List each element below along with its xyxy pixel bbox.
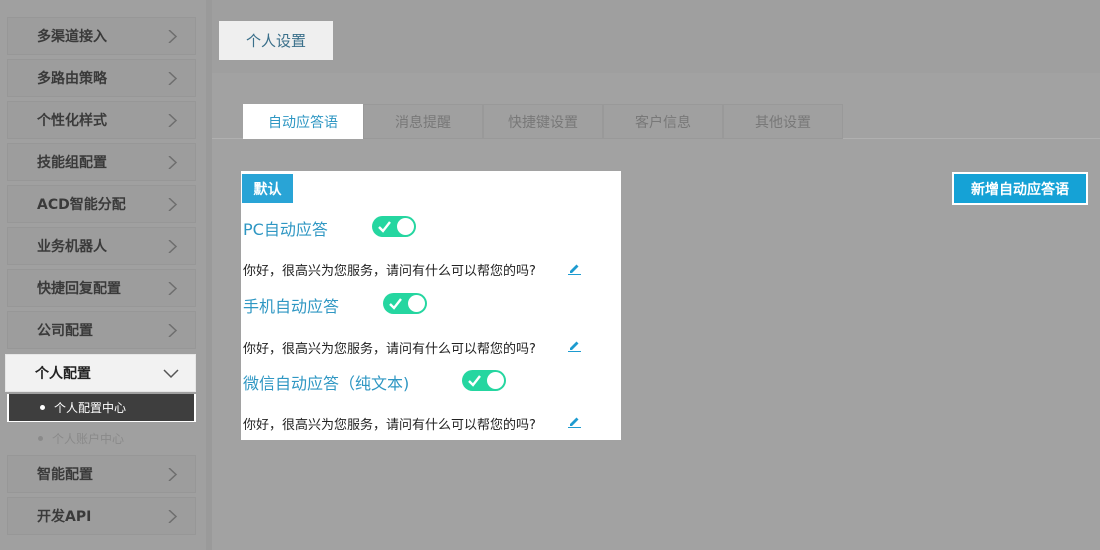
reply-text-mobile: 你好，很高兴为您服务，请问有什么可以帮您的吗? [243,342,536,357]
chevron-down-icon [163,369,179,379]
tab-personal-settings[interactable]: 个人设置 [219,21,333,60]
reply-title-wechat: 微信自动应答（纯文本) [243,374,410,393]
sidebar-item-style[interactable]: 个性化样式 [7,101,196,139]
toggle-knob [487,372,504,389]
sidebar-item-label: 个性化样式 [37,113,107,129]
tab-shortcuts[interactable]: 快捷键设置 [483,104,603,139]
sidebar-subitem-label: 个人配置中心 [54,401,127,415]
chevron-right-icon [168,468,178,481]
chevron-right-icon [168,30,178,43]
toggle-knob [397,218,414,235]
pencil-icon[interactable] [568,262,581,275]
sidebar-item-label: 多渠道接入 [37,29,107,45]
toggle-wechat-reply[interactable] [462,370,506,391]
check-icon [389,298,402,310]
sidebar-item-label: ACD智能分配 [37,197,126,213]
new-auto-reply-label: 新增自动应答语 [954,174,1086,203]
sidebar-item-label: 快捷回复配置 [37,281,121,297]
sidebar-item-api[interactable]: 开发API [7,497,196,535]
chevron-right-icon [168,324,178,337]
sidebar-item-label: 业务机器人 [37,239,107,255]
header-bar [212,0,1100,73]
sidebar-item-acd[interactable]: ACD智能分配 [7,185,196,223]
sidebar-item-label: 公司配置 [37,323,93,339]
tab-customer-info[interactable]: 客户信息 [603,104,723,139]
chevron-right-icon [168,198,178,211]
check-icon [378,221,391,233]
sidebar-item-label: 个人配置 [35,366,91,382]
sidebar-item-routing[interactable]: 多路由策略 [7,59,196,97]
sidebar-item-personal[interactable]: 个人配置 [5,354,196,392]
chevron-right-icon [168,240,178,253]
sidebar-item-label: 智能配置 [37,467,93,483]
tab-auto-reply[interactable]: 自动应答语 [243,104,363,139]
chevron-right-icon [168,114,178,127]
chevron-right-icon [168,72,178,85]
toggle-knob [408,295,425,312]
tab-message-alert[interactable]: 消息提醒 [363,104,483,139]
toggle-mobile-reply[interactable] [383,293,427,314]
default-badge[interactable]: 默认 [242,174,293,203]
pencil-icon[interactable] [568,415,581,428]
check-icon [468,375,481,387]
sidebar-item-multi-channel[interactable]: 多渠道接入 [7,17,196,55]
chevron-right-icon [168,510,178,523]
sidebar-item-robot[interactable]: 业务机器人 [7,227,196,265]
toggle-pc-reply[interactable] [372,216,416,237]
reply-text-pc: 你好，很高兴为您服务，请问有什么可以帮您的吗? [243,264,536,279]
sidebar-item-skill-group[interactable]: 技能组配置 [7,143,196,181]
bullet-icon [38,436,43,441]
sidebar-subitem-personal-center[interactable]: 个人配置中心 [7,394,196,422]
chevron-right-icon [168,156,178,169]
sidebar-item-label: 开发API [37,509,92,525]
reply-title-mobile: 手机自动应答 [243,297,340,316]
pencil-icon[interactable] [568,339,581,352]
chevron-right-icon [168,282,178,295]
sidebar-item-label: 多路由策略 [37,71,107,87]
sidebar-item-quick-reply[interactable]: 快捷回复配置 [7,269,196,307]
sidebar-item-smart[interactable]: 智能配置 [7,455,196,493]
reply-title-pc: PC自动应答 [243,220,328,239]
sidebar-item-label: 技能组配置 [37,155,107,171]
bullet-icon [40,405,45,410]
sidebar-subitem-account-center[interactable]: 个人账户中心 [7,425,196,452]
reply-text-wechat: 你好，很高兴为您服务，请问有什么可以帮您的吗? [243,418,536,433]
sidebar-item-company[interactable]: 公司配置 [7,311,196,349]
new-auto-reply-button[interactable]: 新增自动应答语 [952,172,1088,205]
sidebar-subitem-label: 个人账户中心 [52,432,125,446]
tab-other-settings[interactable]: 其他设置 [723,104,843,139]
